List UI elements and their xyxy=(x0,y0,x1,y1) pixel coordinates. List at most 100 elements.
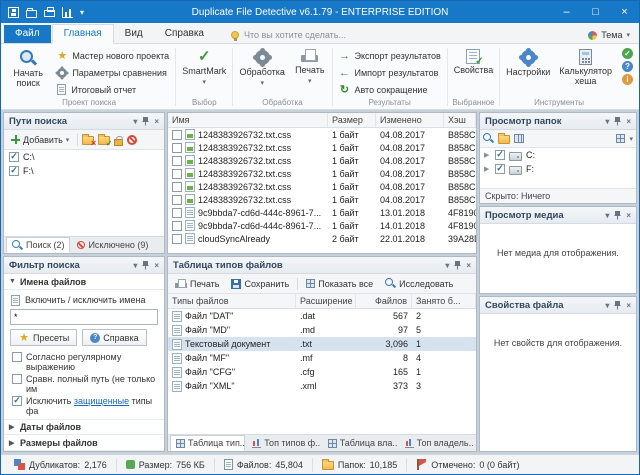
checkbox[interactable] xyxy=(12,396,22,406)
table-row[interactable]: Текстовый документ.txt3,0961 xyxy=(168,337,476,351)
pin-icon[interactable] xyxy=(614,301,621,310)
close-button[interactable]: × xyxy=(610,1,639,23)
view-options-icon[interactable] xyxy=(616,134,625,143)
table-row[interactable]: cloudSyncAlready2 байт22.01.201839A28D xyxy=(168,232,476,245)
panel-menu-icon[interactable]: ▾ xyxy=(605,301,609,310)
tab-help[interactable]: Справка xyxy=(154,25,215,43)
tab-top-owners[interactable]: Топ владель... xyxy=(399,435,474,451)
qat-dropdown-icon[interactable]: ▾ xyxy=(80,8,84,17)
table-row[interactable]: 1248383926732.txt.css1 байт04.08.2017B85… xyxy=(168,154,476,167)
types-print-button[interactable]: Печать xyxy=(171,278,223,290)
maximize-button[interactable]: □ xyxy=(581,1,610,23)
table-row[interactable]: 1248383926732.txt.css1 байт04.08.2017B85… xyxy=(168,141,476,154)
process-button[interactable]: Обработка ▾ xyxy=(235,47,289,98)
chevron-right-icon[interactable]: ▶ xyxy=(484,165,491,173)
theme-dropdown[interactable]: Тема ▾ xyxy=(588,30,630,40)
row-checkbox[interactable] xyxy=(172,182,182,192)
drive-checkbox[interactable] xyxy=(495,150,505,160)
types-save-button[interactable]: Сохранить xyxy=(227,278,293,290)
hash-calculator-button[interactable]: Калькулятор хеша xyxy=(555,47,616,98)
checkbox[interactable] xyxy=(12,352,22,362)
pin-icon[interactable] xyxy=(142,261,149,270)
table-row[interactable]: 1248383926732.txt.css1 байт04.08.2017B85… xyxy=(168,180,476,193)
checkbox[interactable] xyxy=(12,374,22,384)
column-header-hash[interactable]: Хэш xyxy=(444,113,476,127)
remove-path-icon[interactable] xyxy=(82,136,94,145)
tab-owners-table[interactable]: Таблица вла... xyxy=(322,435,398,451)
update-icon[interactable]: ✓ xyxy=(622,48,633,59)
row-checkbox[interactable] xyxy=(172,169,182,179)
regex-checkbox-row[interactable]: Согласно регулярному выражению xyxy=(10,351,158,373)
options-button[interactable]: Настройки xyxy=(502,47,554,98)
table-row[interactable]: 1248383926732.txt.css1 байт04.08.2017B85… xyxy=(168,193,476,206)
chevron-right-icon[interactable]: ▶ xyxy=(484,151,491,159)
import-results-button[interactable]: ← Импорт результатов xyxy=(334,65,444,80)
section-file-names[interactable]: ▼ Имена файлов xyxy=(4,274,164,290)
row-checkbox[interactable] xyxy=(172,221,182,231)
row-checkbox[interactable] xyxy=(172,208,182,218)
print-icon[interactable] xyxy=(44,10,55,17)
tab-search-paths[interactable]: Поиск (2) xyxy=(6,237,70,253)
close-icon[interactable]: × xyxy=(154,261,159,270)
tab-view[interactable]: Вид xyxy=(114,25,154,43)
minimize-button[interactable]: – xyxy=(552,1,581,23)
properties-button[interactable]: Свойства xyxy=(450,47,498,98)
panel-menu-icon[interactable]: ▾ xyxy=(133,117,137,126)
path-row[interactable]: F:\ xyxy=(4,164,164,178)
column-header-type[interactable]: Типы файлов xyxy=(168,294,296,308)
smartmark-button[interactable]: ✓ SmartMark ▾ xyxy=(178,47,230,98)
verify-paths-icon[interactable] xyxy=(98,136,110,145)
info-icon[interactable]: i xyxy=(622,74,633,85)
show-all-button[interactable]: Показать все xyxy=(302,278,377,290)
column-header-modified[interactable]: Изменено xyxy=(376,113,444,127)
drive-checkbox[interactable] xyxy=(495,164,505,174)
column-header-extension[interactable]: Расширение xyxy=(296,294,356,308)
row-checkbox[interactable] xyxy=(172,156,182,166)
protected-types-link[interactable]: защищенные xyxy=(74,396,129,406)
print-button[interactable]: Печать ▾ xyxy=(290,47,330,98)
find-icon[interactable] xyxy=(483,133,494,144)
tab-excluded-paths[interactable]: Исключено (9) xyxy=(71,237,154,253)
pin-icon[interactable] xyxy=(454,261,461,270)
report-icon[interactable] xyxy=(62,7,73,18)
name-pattern-input[interactable] xyxy=(10,309,158,325)
presets-button[interactable]: ★ Пресеты xyxy=(10,329,77,346)
row-checkbox[interactable] xyxy=(172,143,182,153)
new-project-wizard-button[interactable]: ★ Мастер нового проекта xyxy=(52,48,173,63)
export-results-button[interactable]: → Экспорт результатов xyxy=(334,48,444,63)
save-icon[interactable] xyxy=(8,7,19,18)
panel-menu-icon[interactable]: ▾ xyxy=(133,261,137,270)
column-header-files[interactable]: Файлов xyxy=(356,294,412,308)
table-row[interactable]: 9c9bbda7-cd6d-444c-8961-7...1 байт13.01.… xyxy=(168,206,476,219)
chevron-down-icon[interactable]: ▾ xyxy=(629,135,633,143)
help-icon[interactable]: ? xyxy=(622,61,633,72)
add-path-button[interactable]: Добавить ▾ xyxy=(7,134,73,146)
table-row[interactable]: 9c9bbda7-cd6d-444c-8961-7...1 байт14.01.… xyxy=(168,219,476,232)
section-file-sizes[interactable]: ▶ Размеры файлов xyxy=(4,435,164,451)
path-checkbox[interactable] xyxy=(9,166,19,176)
comparison-options-button[interactable]: Параметры сравнения xyxy=(52,65,173,80)
pin-icon[interactable] xyxy=(614,211,621,220)
panel-menu-icon[interactable]: ▾ xyxy=(605,211,609,220)
pin-icon[interactable] xyxy=(142,117,149,126)
table-row[interactable]: Файл "XML".xml3733 xyxy=(168,379,476,393)
pin-icon[interactable] xyxy=(614,117,621,126)
auto-resolve-button[interactable]: ↻ Авто сокращение xyxy=(334,82,444,97)
panel-menu-icon[interactable]: ▾ xyxy=(605,117,609,126)
folder-icon[interactable] xyxy=(498,135,510,144)
close-icon[interactable]: × xyxy=(154,117,159,126)
row-checkbox[interactable] xyxy=(172,130,182,140)
lock-icon[interactable] xyxy=(114,139,123,146)
columns-icon[interactable] xyxy=(514,134,524,143)
table-row[interactable]: Файл "MF".mf84 xyxy=(168,351,476,365)
start-search-button[interactable]: Начать поиск xyxy=(5,47,51,98)
column-header-bytes[interactable]: Занято б... xyxy=(412,294,476,308)
exclude-protected-checkbox-row[interactable]: Исключить защищенные типы фа xyxy=(10,395,158,417)
summary-report-button[interactable]: Итоговый отчет xyxy=(52,82,173,97)
drive-row[interactable]: ▶ C: xyxy=(480,148,636,162)
tab-types-table[interactable]: Таблица тип... xyxy=(170,435,245,451)
column-header-size[interactable]: Размер xyxy=(328,113,376,127)
table-row[interactable]: Файл "MD".md975 xyxy=(168,323,476,337)
table-row[interactable]: 1248383926732.txt.css1 байт04.08.2017B85… xyxy=(168,167,476,180)
open-folder-icon[interactable] xyxy=(26,10,37,18)
